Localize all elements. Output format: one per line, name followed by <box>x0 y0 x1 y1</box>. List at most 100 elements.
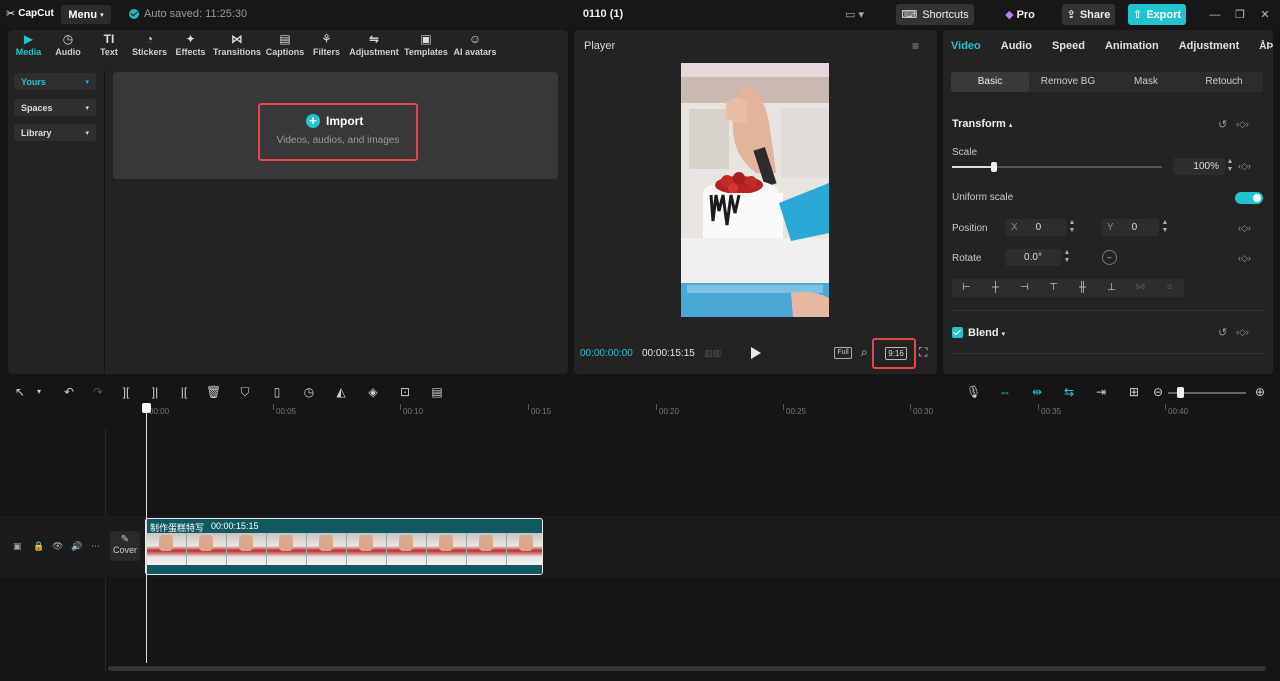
sidebar-item-library[interactable]: Library ▾ <box>14 124 96 141</box>
reset-icon[interactable]: ↺ <box>1218 118 1227 131</box>
tab-text[interactable]: TI Text <box>89 30 129 62</box>
preview-axis-icon[interactable]: ⇥ <box>1094 385 1108 399</box>
tab-captions[interactable]: ▤ Captions <box>263 30 307 62</box>
sidebar-item-yours[interactable]: Yours ▾ <box>14 73 96 90</box>
tab-stickers[interactable]: ◔ Stickers <box>129 30 170 62</box>
microphone-icon[interactable]: 🎙 <box>966 385 981 399</box>
zoom-to-fit-icon[interactable]: ⊞ <box>1127 385 1141 399</box>
split-icon[interactable]: ][ <box>119 385 133 399</box>
undo-icon[interactable]: ↶ <box>62 385 76 399</box>
sidebar-item-spaces[interactable]: Spaces ▾ <box>14 99 96 116</box>
speaker-icon[interactable]: 🔊 <box>71 541 82 552</box>
zoom-in-icon[interactable]: ⊕ <box>1253 385 1267 399</box>
import-area[interactable]: + Import Videos, audios, and images <box>113 72 558 179</box>
zoom-slider-handle[interactable] <box>1177 387 1184 398</box>
timeline-ruler[interactable]: 00:00 00:05 00:10 00:15 00:20 00:25 00:3… <box>0 404 1280 420</box>
tab-animation[interactable]: Animation <box>1105 40 1159 52</box>
keyframe-icon[interactable]: ‹◇› <box>1236 327 1249 338</box>
tab-audio[interactable]: ◷ Audio <box>47 30 89 62</box>
scale-stepper[interactable]: ▲ ▼ <box>1225 158 1235 175</box>
layout-icon[interactable]: ▭ ▾ <box>845 8 871 22</box>
main-track-magnet-icon[interactable]: ⇔ <box>998 385 1012 399</box>
tab-effects[interactable]: ✦ Effects <box>170 30 211 62</box>
project-title[interactable]: 0110 (1) <box>560 8 646 20</box>
keyframe-icon[interactable]: ‹◇› <box>1238 161 1251 172</box>
tab-filters[interactable]: ⚘ Filters <box>307 30 346 62</box>
restore-icon[interactable]: ❐ <box>1233 8 1247 22</box>
align-right-icon[interactable]: ⊣ <box>1010 279 1039 297</box>
auto-caption-icon[interactable]: ▤ <box>430 385 444 399</box>
marker-icon[interactable]: ⛉ <box>238 385 252 399</box>
tab-templates[interactable]: ▣ Templates <box>402 30 450 62</box>
eye-icon[interactable]: 👁 <box>52 541 63 552</box>
position-x-stepper[interactable]: ▲ ▼ <box>1067 219 1077 236</box>
tab-ai-avatars[interactable]: ☺ AI avatars <box>450 30 500 62</box>
select-cursor-icon[interactable]: ↖ <box>13 385 27 399</box>
lock-icon[interactable]: 🔒 <box>33 541 44 552</box>
split-right-icon[interactable]: |[ <box>177 385 191 399</box>
chevron-down-icon[interactable]: ▾ <box>32 385 46 399</box>
tab-media[interactable]: ▶ Media <box>10 30 47 62</box>
video-preview[interactable] <box>681 63 829 317</box>
rotate-dial-icon[interactable]: – <box>1102 250 1117 265</box>
subtab-basic[interactable]: Basic <box>951 72 1029 92</box>
zoom-out-icon[interactable]: ⊖ <box>1151 385 1165 399</box>
mirror-icon[interactable]: ◭ <box>334 385 348 399</box>
transform-section-title[interactable]: Transform ▴ <box>952 118 1012 130</box>
tab-video[interactable]: Video <box>951 40 981 52</box>
shortcuts-button[interactable]: ⌨ Shortcuts <box>896 4 974 25</box>
aspect-ratio-button[interactable]: 9:16 <box>885 347 907 360</box>
reset-icon[interactable]: ↺ <box>1218 326 1227 339</box>
align-center-h-icon[interactable]: ┼ <box>981 279 1010 297</box>
align-top-icon[interactable]: ⊤ <box>1039 279 1068 297</box>
playhead-handle[interactable] <box>142 403 151 413</box>
align-center-v-icon[interactable]: ╫ <box>1068 279 1097 297</box>
split-left-icon[interactable]: ]| <box>148 385 162 399</box>
export-button[interactable]: ⇧ Export <box>1128 4 1186 25</box>
keyframe-icon[interactable]: ‹◇› <box>1238 223 1251 234</box>
menu-button[interactable]: Menu ▾ <box>61 5 111 24</box>
hamburger-menu-icon[interactable]: ≡ <box>912 39 919 53</box>
minimize-icon[interactable]: — <box>1208 8 1222 22</box>
linkage-icon[interactable]: ⇆ <box>1062 385 1076 399</box>
blend-checkbox[interactable] <box>952 327 963 338</box>
tab-adjustment[interactable]: Adjustment <box>1179 40 1240 52</box>
tab-adjustment[interactable]: ⇋ Adjustment <box>346 30 402 62</box>
scale-input[interactable]: 100% <box>1173 158 1225 175</box>
rotate-stepper[interactable]: ▲ ▼ <box>1062 249 1072 266</box>
rotate-input[interactable]: 0.0° <box>1005 249 1061 266</box>
crop-icon[interactable]: ⊡ <box>398 385 412 399</box>
rotate-icon[interactable]: ◈ <box>366 385 380 399</box>
blend-section-title[interactable]: Blend ▾ <box>968 327 1005 339</box>
align-bottom-icon[interactable]: ⊥ <box>1097 279 1126 297</box>
tab-speed[interactable]: Speed <box>1052 40 1085 52</box>
zoom-fit-icon[interactable]: ⌕ <box>861 345 868 360</box>
scale-slider-handle[interactable] <box>991 162 997 172</box>
subtab-mask[interactable]: Mask <box>1107 72 1185 92</box>
share-button[interactable]: ⇪ Share <box>1062 4 1115 25</box>
keyframe-icon[interactable]: ‹◇› <box>1236 119 1249 130</box>
more-tabs-icon[interactable]: ÅÞ <box>1259 41 1273 52</box>
pro-button[interactable]: ◆ Pro <box>1000 4 1040 25</box>
video-clip[interactable]: 制作蛋糕特写 00:00:15:15 <box>145 518 543 575</box>
keyframe-icon[interactable]: ‹◇› <box>1238 253 1251 264</box>
subtab-remove-bg[interactable]: Remove BG <box>1029 72 1107 92</box>
full-quality-button[interactable]: Full <box>834 347 852 359</box>
import-button[interactable]: + Import <box>306 114 363 128</box>
speed-icon[interactable]: ◷ <box>302 385 316 399</box>
auto-snap-icon[interactable]: ⇹ <box>1030 385 1044 399</box>
close-icon[interactable]: ✕ <box>1258 8 1272 22</box>
tab-audio[interactable]: Audio <box>1001 40 1032 52</box>
subtab-retouch[interactable]: Retouch <box>1185 72 1263 92</box>
more-options-icon[interactable]: ⋯ <box>91 541 100 552</box>
horizontal-scrollbar[interactable] <box>108 666 1266 671</box>
tab-transitions[interactable]: ⋈ Transitions <box>211 30 263 62</box>
uniform-scale-toggle[interactable] <box>1235 192 1263 204</box>
play-icon[interactable] <box>750 346 762 360</box>
freeze-icon[interactable]: ▯ <box>270 385 284 399</box>
position-y-input[interactable]: Y 0 <box>1101 219 1159 236</box>
align-left-icon[interactable]: ⊢ <box>952 279 981 297</box>
fullscreen-icon[interactable]: ⛶ <box>919 345 927 360</box>
delete-icon[interactable]: 🗑 <box>206 385 221 399</box>
cover-button[interactable]: ✎ Cover <box>110 531 140 561</box>
